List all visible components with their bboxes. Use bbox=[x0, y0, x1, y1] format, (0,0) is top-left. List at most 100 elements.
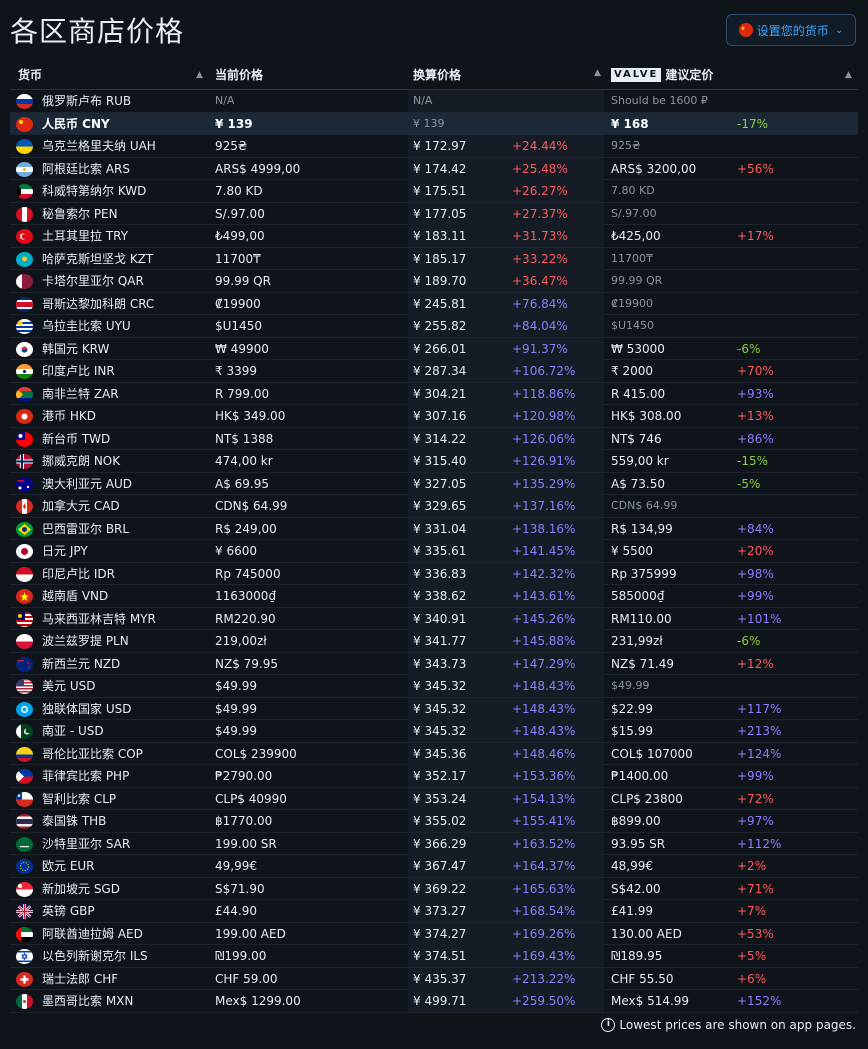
recommended-diff: +17% bbox=[737, 229, 774, 243]
currency-name: 科威特第纳尔 KWD bbox=[42, 184, 147, 198]
current-price: Rp 745000 bbox=[215, 566, 281, 581]
converted-diff: +145.88% bbox=[512, 634, 576, 648]
recommended-price: ARS$ 3200,00 bbox=[611, 161, 697, 176]
current-price: 925₴ bbox=[215, 139, 248, 153]
recommended-diff: +72% bbox=[737, 791, 774, 806]
footer-note: i Lowest prices are shown on app pages. bbox=[601, 1018, 856, 1032]
converted-price: ¥ 335.61 bbox=[413, 544, 467, 558]
recommended-price: R$ 134,99 bbox=[611, 521, 673, 536]
converted-diff: +137.16% bbox=[512, 499, 576, 513]
currency-name: 乌拉圭比索 UYU bbox=[42, 319, 131, 333]
recommended-price: ₡19900 bbox=[611, 296, 653, 310]
current-price: $U1450 bbox=[215, 319, 262, 333]
recommended-diff: +213% bbox=[737, 724, 782, 738]
table-row: 英镑 GBP £44.90 ¥ 373.27 +168.54% £41.99 +… bbox=[10, 900, 858, 923]
current-price: NZ$ 79.95 bbox=[215, 656, 278, 671]
sort-icon[interactable]: ▲ bbox=[196, 70, 203, 80]
currency-name: 泰国铢 THB bbox=[42, 814, 107, 828]
flag-icon-au bbox=[16, 476, 33, 492]
table-row: 日元 JPY ¥ 6600 ¥ 335.61 +141.45% ¥ 5500 +… bbox=[10, 540, 858, 563]
converted-price: ¥ 307.16 bbox=[413, 409, 467, 423]
flag-icon-gb bbox=[16, 904, 33, 919]
converted-price: ¥ 183.11 bbox=[413, 229, 467, 243]
converted-price: ¥ 341.77 bbox=[413, 634, 467, 648]
converted-price: ¥ 499.71 bbox=[413, 994, 467, 1008]
recommended-price: $22.99 bbox=[611, 701, 653, 716]
recommended-diff: +99% bbox=[737, 589, 774, 603]
converted-price: ¥ 172.97 bbox=[413, 139, 467, 153]
table-row: 卡塔尔里亚尔 QAR 99.99 QR ¥ 189.70 +36.47% 99.… bbox=[10, 270, 858, 293]
header-currency-label: 货币 bbox=[18, 68, 43, 82]
flag-icon-pk bbox=[16, 724, 33, 739]
recommended-price: 585000₫ bbox=[611, 589, 665, 603]
converted-diff: +120.98% bbox=[512, 409, 576, 423]
current-price: 474,00 kr bbox=[215, 454, 273, 468]
currency-name: 智利比索 CLP bbox=[42, 791, 117, 806]
flag-icon-cl bbox=[16, 791, 33, 807]
flag-icon-cn bbox=[16, 116, 33, 132]
recommended-diff: +117% bbox=[737, 701, 782, 716]
current-price: HK$ 349.00 bbox=[215, 409, 286, 423]
current-price: 49,99€ bbox=[215, 859, 257, 873]
converted-diff: +84.04% bbox=[512, 319, 568, 333]
currency-name: 美元 USD bbox=[42, 679, 96, 693]
currency-name: 新西兰元 NZD bbox=[42, 656, 121, 671]
converted-price: ¥ 245.81 bbox=[413, 296, 467, 311]
recommended-price: CHF 55.50 bbox=[611, 971, 674, 986]
recommended-diff: -17% bbox=[737, 116, 769, 131]
converted-diff: +147.29% bbox=[512, 656, 576, 671]
sort-asc-icon[interactable]: ▲ bbox=[594, 68, 601, 78]
table-row: 阿联酋迪拉姆 AED 199.00 AED ¥ 374.27 +169.26% … bbox=[10, 922, 858, 945]
table-row: 波兰兹罗提 PLN 219,00zł ¥ 341.77 +145.88% 231… bbox=[10, 630, 858, 653]
converted-diff: +76.84% bbox=[512, 296, 568, 311]
converted-diff: +169.43% bbox=[512, 949, 576, 963]
converted-price: ¥ 435.37 bbox=[413, 971, 467, 986]
converted-diff: +155.41% bbox=[512, 814, 576, 828]
flag-icon-cr bbox=[16, 296, 33, 312]
table-row: 乌克兰格里夫纳 UAH 925₴ ¥ 172.97 +24.44% 925₴ bbox=[10, 135, 858, 158]
converted-price: ¥ 304.21 bbox=[413, 386, 467, 401]
flag-icon-tr bbox=[16, 229, 33, 244]
table-row: 智利比索 CLP CLP$ 40990 ¥ 353.24 +154.13% CL… bbox=[10, 787, 858, 810]
flag-icon-ar bbox=[16, 161, 33, 177]
flag-icon-id bbox=[16, 566, 33, 582]
set-currency-button[interactable]: 设置您的货币 ⌄ bbox=[726, 14, 856, 46]
flag-icon-ae bbox=[16, 926, 33, 942]
chevron-down-icon: ⌄ bbox=[834, 24, 844, 36]
current-price: 11700₸ bbox=[215, 251, 261, 266]
recommended-diff: +12% bbox=[737, 656, 774, 671]
header-converted-price[interactable]: 换算价格 bbox=[413, 60, 461, 90]
converted-diff: +135.29% bbox=[512, 476, 576, 491]
currency-name: 阿根廷比索 ARS bbox=[42, 161, 130, 176]
recommended-diff: +101% bbox=[737, 611, 782, 626]
currency-name: 南非兰特 ZAR bbox=[42, 386, 119, 401]
table-row: 加拿大元 CAD CDN$ 64.99 ¥ 329.65 +137.16% CD… bbox=[10, 495, 858, 518]
current-price: ₱2790.00 bbox=[215, 769, 273, 783]
table-row: 美元 USD $49.99 ¥ 345.32 +148.43% $49.99 bbox=[10, 675, 858, 698]
header-recommended[interactable]: VALVE 建议定价 bbox=[611, 60, 713, 90]
current-price: NT$ 1388 bbox=[215, 431, 274, 446]
recommended-diff: +13% bbox=[737, 409, 774, 423]
table-row: 人民币 CNY ¥ 139 ¥ 139 ¥ 168 -17% bbox=[10, 112, 858, 135]
recommended-price: A$ 73.50 bbox=[611, 476, 666, 491]
header-current-price[interactable]: 当前价格 bbox=[215, 60, 263, 90]
current-price: ¥ 6600 bbox=[215, 544, 257, 558]
converted-diff: +148.43% bbox=[512, 724, 576, 738]
header-currency[interactable]: 货币 bbox=[18, 60, 42, 90]
table-row: 新台币 TWD NT$ 1388 ¥ 314.22 +126.06% NT$ 7… bbox=[10, 427, 858, 450]
flag-icon-ch bbox=[16, 971, 33, 987]
recommended-diff: +152% bbox=[737, 994, 782, 1008]
current-price: 219,00zł bbox=[215, 634, 267, 648]
current-price: ₪199.00 bbox=[215, 949, 267, 963]
recommended-diff: +84% bbox=[737, 521, 774, 536]
currency-name: 瑞士法郎 CHF bbox=[42, 971, 119, 986]
current-price: 199.00 SR bbox=[215, 836, 277, 851]
converted-price: ¥ 266.01 bbox=[413, 341, 467, 356]
current-price: CDN$ 64.99 bbox=[215, 499, 288, 513]
converted-diff: +106.72% bbox=[512, 364, 576, 378]
sort-icon[interactable]: ▲ bbox=[845, 70, 852, 80]
recommended-price: ₱1400.00 bbox=[611, 769, 669, 783]
currency-name: 哈萨克斯坦坚戈 KZT bbox=[42, 251, 154, 266]
recommended-diff: +6% bbox=[737, 971, 767, 986]
recommended-price: R 415.00 bbox=[611, 386, 666, 401]
